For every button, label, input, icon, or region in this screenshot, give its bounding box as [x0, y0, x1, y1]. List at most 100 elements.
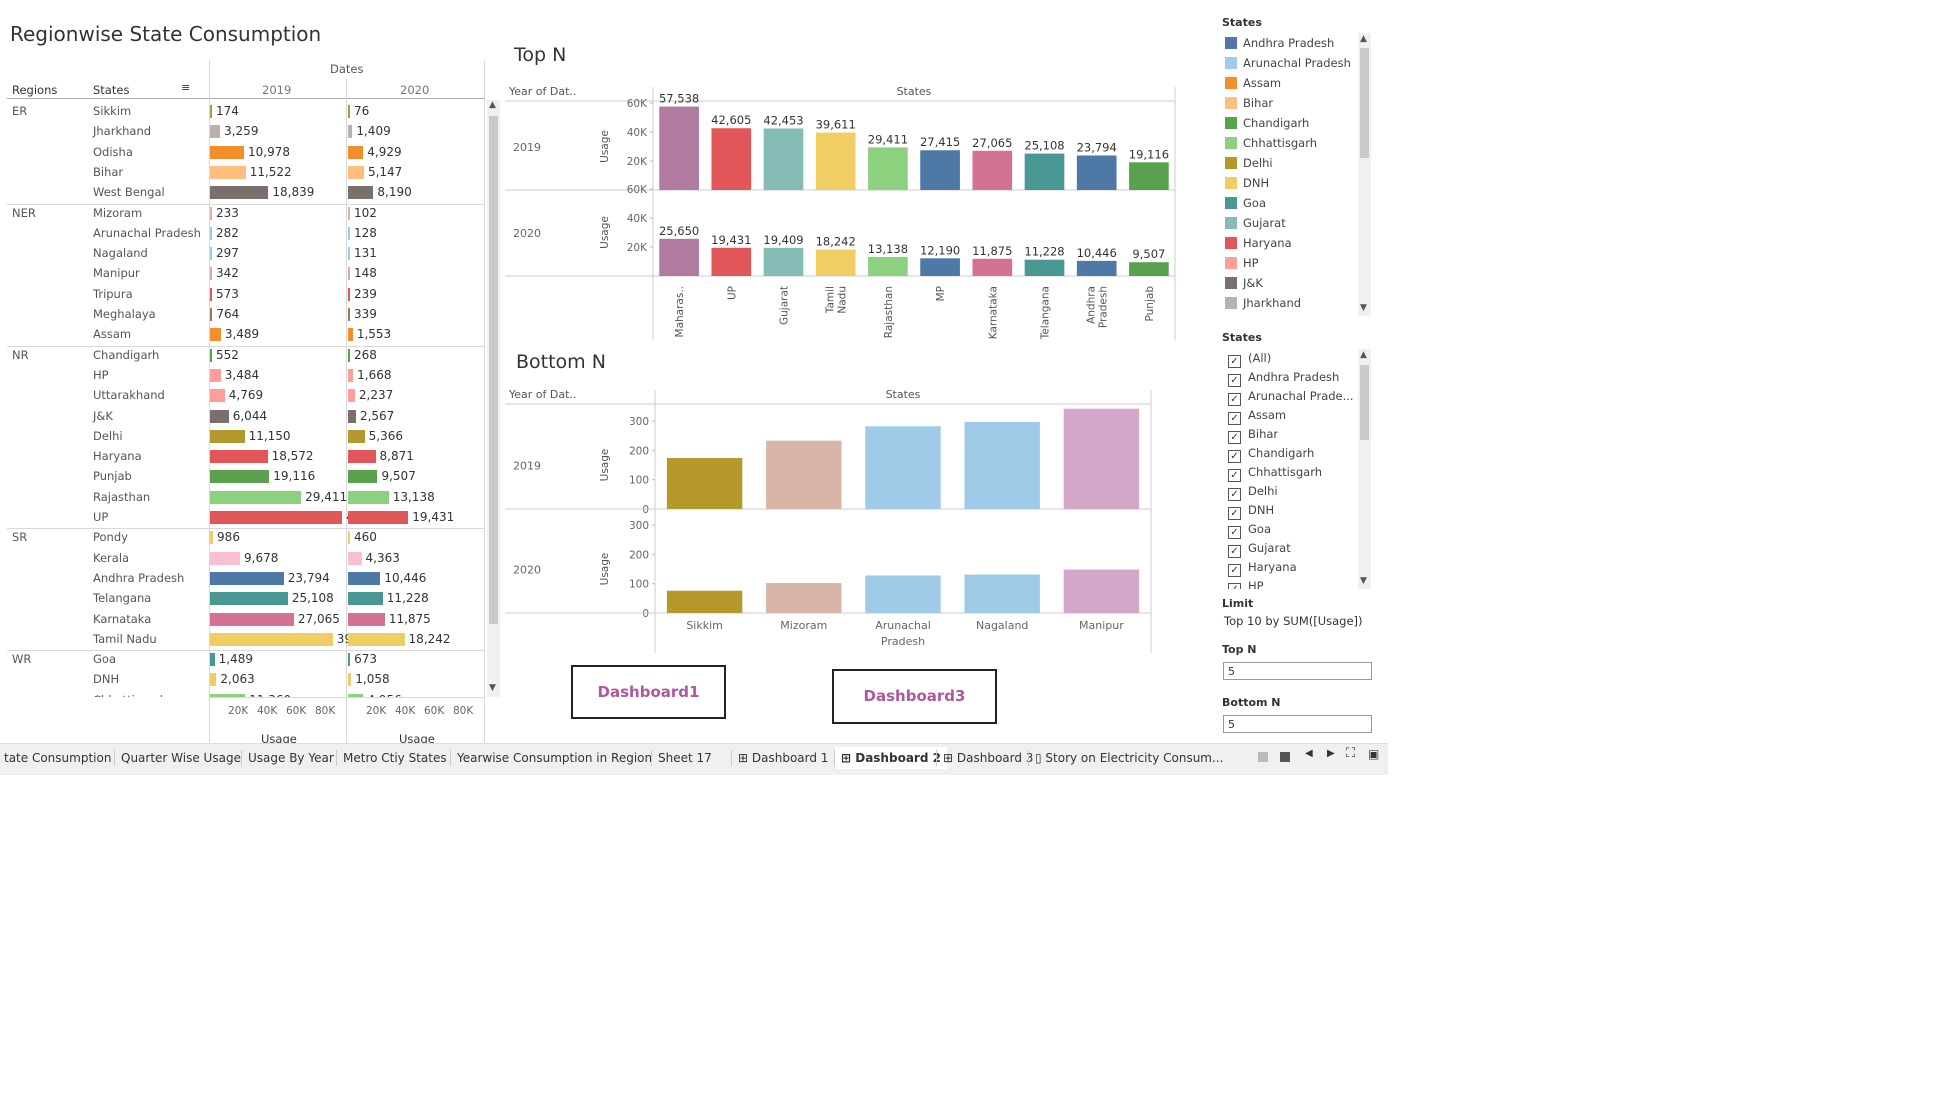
bar-2019[interactable] [711, 128, 752, 190]
bar-2019[interactable] [763, 128, 804, 190]
filter-option[interactable]: ✓ Haryana [1228, 558, 1358, 577]
bar-2020[interactable] [711, 247, 752, 276]
usage-bar[interactable] [348, 389, 355, 403]
bar-2019[interactable] [766, 440, 842, 509]
usage-bar[interactable] [348, 673, 352, 687]
dashboard3-button[interactable]: Dashboard3 [832, 669, 997, 724]
bar-2020[interactable] [1129, 262, 1169, 276]
scroll-down-icon[interactable]: ▼ [1360, 303, 1367, 313]
usage-bar[interactable] [348, 125, 353, 139]
next-sheet-icon[interactable]: ▶ [1327, 748, 1335, 759]
bar-2019[interactable] [1129, 162, 1169, 190]
sort-icon[interactable]: ≡ [181, 81, 190, 94]
bar-2020[interactable] [1076, 260, 1117, 276]
filter-option[interactable]: ✓ Bihar [1228, 425, 1358, 444]
scroll-down-icon[interactable]: ▼ [1360, 576, 1367, 586]
legend-item[interactable]: Bihar [1225, 93, 1360, 113]
usage-bar[interactable] [348, 165, 364, 179]
usage-bar[interactable] [348, 328, 353, 342]
bar-2020[interactable] [815, 249, 856, 276]
usage-bar[interactable] [348, 267, 350, 281]
usage-bar[interactable] [210, 328, 221, 342]
legend-item[interactable]: J&K [1225, 273, 1360, 293]
states-filter[interactable]: ✓ (All) ✓ Andhra Pradesh ✓ Arunachal Prade...… [1228, 349, 1358, 589]
usage-bar[interactable] [210, 612, 294, 626]
checkbox-checked-icon[interactable]: ✓ [1228, 507, 1241, 520]
filter-option[interactable]: ✓ Gujarat [1228, 539, 1358, 558]
checkbox-checked-icon[interactable]: ✓ [1228, 488, 1241, 501]
checkbox-checked-icon[interactable]: ✓ [1228, 374, 1241, 387]
bar-2020[interactable] [920, 258, 960, 276]
usage-bar[interactable] [210, 287, 212, 301]
legend-item[interactable]: Chandigarh [1225, 113, 1360, 133]
filter-option[interactable]: ✓ Delhi [1228, 482, 1358, 501]
usage-bar[interactable] [210, 308, 213, 321]
usage-bar[interactable] [348, 348, 350, 362]
usage-bar[interactable] [210, 531, 214, 545]
presentation-icon[interactable]: ▣ [1368, 747, 1379, 761]
usage-bar[interactable] [348, 105, 350, 118]
usage-bar[interactable] [348, 592, 383, 606]
scroll-up-icon[interactable]: ▲ [489, 100, 496, 110]
legend-item[interactable]: Andhra Pradesh [1225, 33, 1360, 53]
filmstrip-view-icon[interactable] [1280, 752, 1290, 762]
bottomn-input[interactable]: 5 [1223, 715, 1372, 733]
legend-item[interactable]: DNH [1225, 173, 1360, 193]
sheet-tab[interactable]: ▯ Story on Electricity Consum... [1035, 747, 1223, 769]
fullscreen-icon[interactable]: ⛶ [1346, 746, 1355, 761]
bar-2020[interactable] [659, 238, 699, 276]
legend-item[interactable]: Haryana [1225, 233, 1360, 253]
usage-bar[interactable] [348, 308, 350, 321]
usage-bar[interactable] [210, 470, 270, 484]
usage-bar[interactable] [348, 145, 364, 159]
checkbox-checked-icon[interactable]: ✓ [1228, 450, 1241, 463]
legend-item[interactable]: Goa [1225, 193, 1360, 213]
bar-2019[interactable] [972, 150, 1013, 190]
usage-bar[interactable] [210, 511, 343, 524]
legend-item[interactable]: Gujarat [1225, 213, 1360, 233]
scroll-up-icon[interactable]: ▲ [1360, 34, 1367, 44]
bar-2019[interactable] [666, 457, 743, 509]
usage-bar[interactable] [348, 206, 350, 220]
checkbox-checked-icon[interactable]: ✓ [1228, 431, 1241, 444]
usage-bar[interactable] [210, 348, 212, 362]
checkbox-checked-icon[interactable]: ✓ [1228, 412, 1241, 425]
bar-2019[interactable] [1024, 153, 1065, 190]
dashboard1-button[interactable]: Dashboard1 [571, 665, 726, 719]
usage-bar[interactable] [210, 226, 212, 240]
bar-2019[interactable] [1076, 155, 1117, 190]
legend-item[interactable]: HP [1225, 253, 1360, 273]
bar-2019[interactable] [865, 426, 941, 509]
legend-scrollbar-thumb[interactable] [1360, 48, 1369, 158]
bar-2019[interactable] [868, 147, 908, 190]
usage-bar[interactable] [210, 450, 268, 464]
usage-bar[interactable] [348, 226, 350, 240]
bar-2019[interactable] [920, 150, 960, 190]
usage-bar[interactable] [210, 165, 246, 179]
usage-bar[interactable] [210, 145, 245, 159]
filter-option[interactable]: ✓ Goa [1228, 520, 1358, 539]
checkbox-checked-icon[interactable]: ✓ [1228, 583, 1241, 589]
filter-option[interactable]: ✓ Andhra Pradesh [1228, 368, 1358, 387]
usage-bar[interactable] [210, 267, 212, 281]
scroll-down-icon[interactable]: ▼ [489, 683, 496, 693]
usage-bar[interactable] [210, 206, 212, 220]
sheet-tab[interactable]: tate Consumption [4, 747, 111, 769]
usage-bar[interactable] [348, 186, 374, 200]
usage-bar[interactable] [210, 125, 221, 139]
usage-bar[interactable] [348, 612, 385, 626]
usage-bar[interactable] [210, 592, 288, 606]
usage-bar[interactable] [210, 490, 302, 504]
usage-bar[interactable] [210, 673, 217, 687]
bar-2019[interactable] [1063, 408, 1140, 509]
usage-bar[interactable] [210, 429, 245, 443]
usage-bar[interactable] [348, 490, 389, 504]
bar-2020[interactable] [972, 258, 1013, 276]
usage-bar[interactable] [210, 368, 221, 382]
usage-bar[interactable] [348, 429, 365, 443]
checkbox-checked-icon[interactable]: ✓ [1228, 355, 1241, 368]
usage-bar[interactable] [210, 105, 212, 118]
prev-sheet-icon[interactable]: ◀ [1305, 748, 1313, 759]
usage-bar[interactable] [210, 247, 212, 261]
filter-option[interactable]: ✓ Arunachal Prade... [1228, 387, 1358, 406]
